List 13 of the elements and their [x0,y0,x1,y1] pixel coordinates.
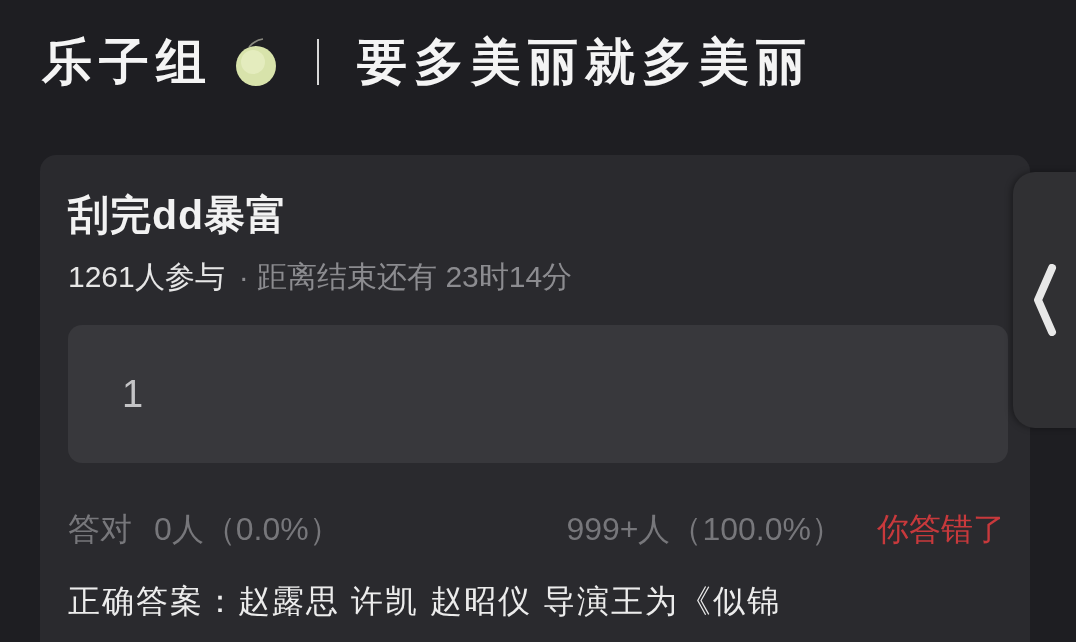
group-name: 乐子组 [42,33,213,92]
chevron-left-icon [1033,264,1057,336]
result-text: 你答错了 [877,510,1005,549]
page-title: 要多美丽就多美丽 [357,33,813,92]
answer-field[interactable]: 1 [68,325,1008,463]
correct-label: 答对 [68,510,132,549]
quiz-title: 刮完dd暴富 [68,191,289,239]
time-remaining: · 距离结束还有 23时14分 [238,259,573,295]
side-panel-tab[interactable] [1013,172,1076,428]
correct-count: 0人（0.0%） [154,510,341,549]
correct-answer-text: 正确答案：赵露思 许凯 赵昭仪 导演王为《似锦 [68,582,781,621]
participant-count: 1261人参与 [68,259,225,295]
wrong-count: 999+人（100.0%） [566,510,843,549]
